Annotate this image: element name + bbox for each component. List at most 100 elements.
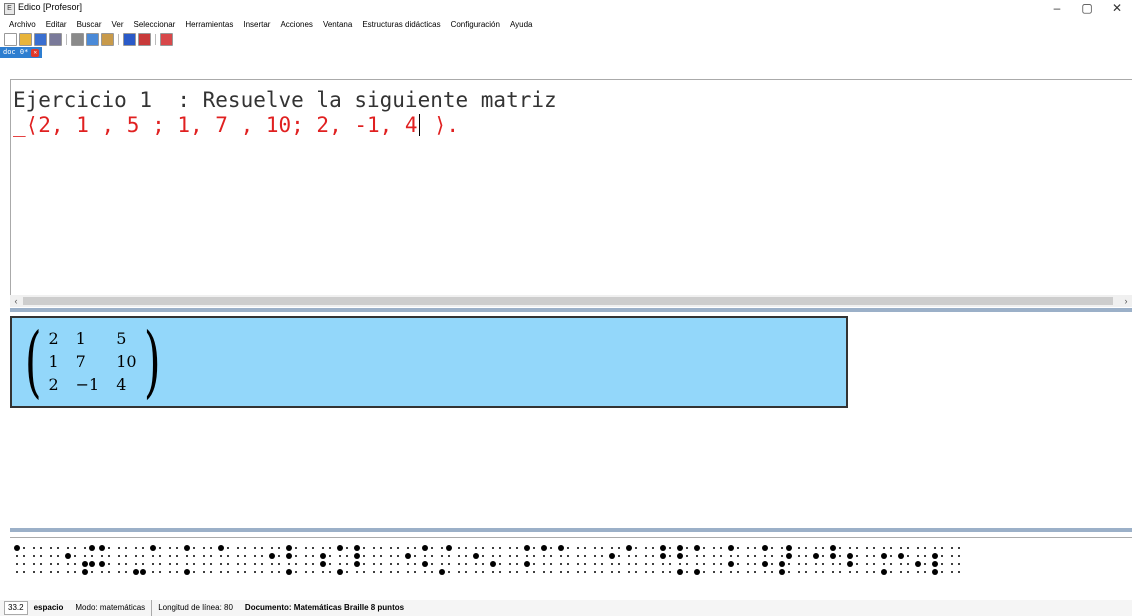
menu-item-estructuras-didácticas[interactable]: Estructuras didácticas	[357, 18, 445, 32]
braille-cell	[14, 545, 25, 573]
menu-item-ventana[interactable]: Ventana	[318, 18, 357, 32]
braille-dot-raised	[881, 553, 887, 559]
braille-dot-flat	[363, 547, 365, 549]
edico-app-icon[interactable]: E	[4, 3, 15, 15]
menu-item-ver[interactable]: Ver	[107, 18, 129, 32]
new-document-icon[interactable]	[4, 32, 17, 46]
braille-dot-raised	[626, 545, 632, 551]
braille-dot-flat	[594, 555, 596, 557]
braille-dot-raised	[269, 553, 275, 559]
braille-dot-flat	[118, 555, 120, 557]
braille-cell	[65, 547, 76, 573]
braille-dot-flat	[441, 555, 443, 557]
cut-icon[interactable]	[71, 32, 84, 46]
braille-dot-raised	[779, 569, 785, 575]
braille-dot-flat	[866, 547, 868, 549]
scrollbar-thumb[interactable]	[23, 297, 1113, 305]
braille-dot-flat	[662, 571, 664, 573]
braille-dot-flat	[754, 555, 756, 557]
braille-dot-raised	[609, 553, 615, 559]
menu-item-archivo[interactable]: Archivo	[4, 18, 41, 32]
braille-cell	[286, 545, 297, 575]
braille-dot-flat	[380, 555, 382, 557]
braille-dot-flat	[125, 555, 127, 557]
braille-dot-flat	[23, 563, 25, 565]
horizontal-scrollbar[interactable]: ‹ ›	[10, 295, 1132, 307]
text-editor[interactable]: Ejercicio 1 : Resuelve la siguiente matr…	[10, 79, 1132, 296]
braille-dot-flat	[329, 571, 331, 573]
undo-icon[interactable]	[123, 32, 136, 46]
open-folder-icon[interactable]	[19, 32, 32, 46]
left-paren: (	[24, 317, 42, 407]
matrix-grid: 2 1 5 1 7 10 2 −1 4	[48, 329, 136, 395]
braille-dot-flat	[16, 563, 18, 565]
scroll-left-icon[interactable]: ‹	[10, 295, 22, 307]
braille-dot-flat	[108, 563, 110, 565]
braille-dot-flat	[108, 555, 110, 557]
pdf-icon[interactable]	[160, 32, 173, 46]
braille-dot-flat	[475, 563, 477, 565]
braille-dot-flat	[458, 547, 460, 549]
menu-item-buscar[interactable]: Buscar	[72, 18, 107, 32]
braille-dot-flat	[176, 563, 178, 565]
braille-dot-flat	[108, 571, 110, 573]
minimize-button[interactable]: –	[1042, 0, 1072, 18]
menu-item-herramientas[interactable]: Herramientas	[180, 18, 238, 32]
braille-dot-flat	[754, 563, 756, 565]
status-bar: 33.2 espacio Modo: matemáticas Longitud …	[0, 600, 1132, 616]
tab-document[interactable]: doc 0* ✕	[0, 47, 43, 58]
braille-dot-raised	[786, 553, 792, 559]
braille-dot-flat	[815, 563, 817, 565]
menu-item-ayuda[interactable]: Ayuda	[505, 18, 538, 32]
braille-dot-flat	[390, 571, 392, 573]
pane-splitter-2[interactable]	[10, 528, 1132, 532]
braille-dot-flat	[594, 563, 596, 565]
braille-dot-raised	[439, 569, 445, 575]
paste-icon[interactable]	[101, 32, 114, 46]
braille-dot-raised	[786, 545, 792, 551]
redo-icon[interactable]	[138, 32, 151, 46]
matrix-cell: 1	[48, 352, 59, 371]
braille-dot-flat	[550, 555, 552, 557]
braille-pane[interactable]	[10, 537, 1132, 593]
braille-cell	[541, 545, 552, 573]
braille-dot-flat	[74, 571, 76, 573]
menu-item-editar[interactable]: Editar	[41, 18, 72, 32]
menu-item-seleccionar[interactable]: Seleccionar	[129, 18, 181, 32]
braille-dot-flat	[271, 547, 273, 549]
braille-dot-raised	[932, 553, 938, 559]
braille-dot-raised	[286, 569, 292, 575]
braille-dot-flat	[458, 571, 460, 573]
braille-dot-flat	[448, 555, 450, 557]
braille-dot-flat	[254, 571, 256, 573]
braille-dot-flat	[798, 555, 800, 557]
pane-splitter[interactable]	[10, 308, 1132, 312]
matrix-cell: 4	[116, 375, 127, 394]
menu-item-configuración[interactable]: Configuración	[446, 18, 505, 32]
close-button[interactable]: ✕	[1102, 0, 1132, 18]
menu-item-insertar[interactable]: Insertar	[238, 18, 275, 32]
braille-dot-flat	[414, 547, 416, 549]
scroll-right-icon[interactable]: ›	[1120, 295, 1132, 307]
print-icon[interactable]	[49, 32, 62, 46]
maximize-button[interactable]: ▢	[1072, 0, 1102, 18]
braille-dot-flat	[312, 563, 314, 565]
braille-dot-flat	[261, 547, 263, 549]
braille-dot-flat	[584, 563, 586, 565]
braille-cell	[133, 547, 146, 575]
braille-dot-flat	[645, 563, 647, 565]
braille-dot-raised	[490, 561, 496, 567]
braille-dot-raised	[558, 545, 564, 551]
braille-dot-flat	[390, 555, 392, 557]
braille-dot-flat	[516, 547, 518, 549]
braille-cell	[509, 547, 518, 573]
save-icon[interactable]	[34, 32, 47, 46]
braille-dot-raised	[762, 561, 768, 567]
menu-item-acciones[interactable]: Acciones	[275, 18, 317, 32]
copy-icon[interactable]	[86, 32, 99, 46]
braille-cell	[405, 547, 416, 573]
editor-line-2: _⟨2, 1 , 5 ; 1, 7 , 10; 2, -1, 4 ⟩.	[13, 113, 459, 137]
braille-dot-flat	[169, 555, 171, 557]
braille-dot-flat	[560, 563, 562, 565]
close-tab-icon[interactable]: ✕	[31, 48, 40, 57]
